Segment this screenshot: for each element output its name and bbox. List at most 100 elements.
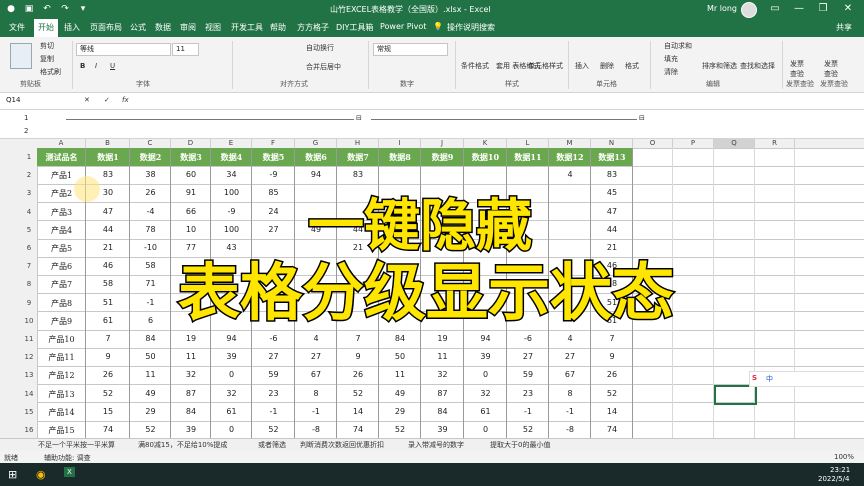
data-cell[interactable]: 85 bbox=[252, 188, 295, 197]
autosum-button[interactable]: 自动求和 bbox=[664, 41, 692, 51]
row-header-12[interactable]: 12 bbox=[22, 353, 36, 361]
tab-review[interactable]: 审阅 bbox=[180, 22, 196, 33]
column-header-f[interactable]: F bbox=[252, 139, 295, 148]
ime-mode-label[interactable]: 中 bbox=[766, 374, 773, 384]
row-header-8[interactable]: 8 bbox=[22, 280, 36, 288]
row-header-6[interactable]: 6 bbox=[22, 244, 36, 252]
wrap-text-button[interactable]: 自动换行 bbox=[306, 43, 334, 53]
data-cell[interactable]: -10 bbox=[130, 243, 171, 252]
data-cell[interactable]: 0 bbox=[211, 425, 252, 434]
row-header-13[interactable]: 13 bbox=[22, 371, 36, 379]
column-header-r[interactable]: R bbox=[755, 139, 795, 148]
tab-insert[interactable]: 插入 bbox=[64, 22, 80, 33]
underline-button[interactable]: U bbox=[110, 62, 115, 70]
table-header-cell[interactable]: 数据11 bbox=[507, 152, 549, 163]
tab-data[interactable]: 数据 bbox=[155, 22, 171, 33]
data-cell[interactable]: 52 bbox=[507, 425, 549, 434]
column-header-j[interactable]: J bbox=[421, 139, 464, 148]
data-cell[interactable]: 10 bbox=[171, 225, 211, 234]
name-box[interactable]: Q14 bbox=[3, 95, 58, 106]
invoice-check-button-1[interactable]: 发票 查验 bbox=[790, 59, 804, 79]
tab-view[interactable]: 视图 bbox=[205, 22, 221, 33]
chrome-icon[interactable]: ◉ bbox=[36, 468, 46, 481]
data-cell[interactable]: 11 bbox=[379, 370, 421, 379]
data-cell[interactable]: 39 bbox=[464, 352, 507, 361]
cut-button[interactable]: 剪切 bbox=[40, 41, 54, 51]
data-cell[interactable]: 27 bbox=[252, 352, 295, 361]
data-cell[interactable]: 39 bbox=[171, 425, 211, 434]
conditional-format-button[interactable]: 条件格式 bbox=[461, 61, 489, 71]
data-cell[interactable]: 44 bbox=[86, 225, 130, 234]
row-header-1[interactable]: 1 bbox=[22, 153, 36, 161]
row-header-9[interactable]: 9 bbox=[22, 299, 36, 307]
tab-power-pivot[interactable]: Power Pivot bbox=[380, 22, 426, 31]
row-header-5[interactable]: 5 bbox=[22, 226, 36, 234]
sheet-tab[interactable]: 判断消费次数返回优惠折扣 bbox=[300, 440, 384, 450]
data-cell[interactable]: 58 bbox=[86, 279, 130, 288]
data-cell[interactable]: 52 bbox=[252, 425, 295, 434]
ribbon-display-icon[interactable]: ▭ bbox=[768, 2, 782, 16]
column-header-k[interactable]: K bbox=[464, 139, 507, 148]
data-cell[interactable]: 47 bbox=[591, 207, 633, 216]
data-cell[interactable]: 11 bbox=[171, 352, 211, 361]
table-header-cell[interactable]: 数据1 bbox=[86, 152, 130, 163]
data-cell[interactable]: 60 bbox=[171, 170, 211, 179]
data-cell[interactable]: 21 bbox=[86, 243, 130, 252]
data-cell[interactable]: 59 bbox=[252, 370, 295, 379]
data-cell[interactable]: 32 bbox=[421, 370, 464, 379]
product-name-cell[interactable]: 产品10 bbox=[37, 334, 86, 345]
row-header-14[interactable]: 14 bbox=[22, 390, 36, 398]
data-cell[interactable]: 52 bbox=[591, 389, 633, 398]
outline-collapse-2[interactable]: ⊟ bbox=[639, 114, 645, 122]
data-cell[interactable]: 23 bbox=[252, 389, 295, 398]
row-header-16[interactable]: 16 bbox=[22, 426, 36, 434]
product-name-cell[interactable]: 产品12 bbox=[37, 370, 86, 381]
data-cell[interactable]: 100 bbox=[211, 225, 252, 234]
autosave-icon[interactable]: ● bbox=[6, 4, 16, 14]
data-cell[interactable]: 32 bbox=[211, 389, 252, 398]
data-cell[interactable]: 78 bbox=[130, 225, 171, 234]
paste-icon[interactable] bbox=[10, 43, 32, 69]
tab-file[interactable]: 文件 bbox=[9, 22, 25, 33]
data-cell[interactable]: 61 bbox=[86, 316, 130, 325]
table-header-cell[interactable]: 数据7 bbox=[337, 152, 379, 163]
data-cell[interactable]: 74 bbox=[591, 425, 633, 434]
data-cell[interactable]: 66 bbox=[171, 207, 211, 216]
column-header-p[interactable]: P bbox=[673, 139, 714, 148]
data-cell[interactable]: 9 bbox=[591, 352, 633, 361]
tab-diy[interactable]: DIY工具箱 bbox=[336, 22, 373, 33]
data-cell[interactable]: -4 bbox=[130, 207, 171, 216]
table-header-cell[interactable]: 测试品名 bbox=[37, 152, 86, 163]
data-cell[interactable]: 24 bbox=[252, 207, 295, 216]
fill-button[interactable]: 填充 bbox=[664, 54, 678, 64]
data-cell[interactable]: -8 bbox=[549, 425, 591, 434]
sheet-tab[interactable]: 录入带减号的数字 bbox=[408, 440, 464, 450]
data-cell[interactable]: 0 bbox=[464, 425, 507, 434]
data-cell[interactable]: 23 bbox=[507, 389, 549, 398]
data-cell[interactable]: 67 bbox=[549, 370, 591, 379]
table-header-cell[interactable]: 数据13 bbox=[591, 152, 633, 163]
data-cell[interactable]: 87 bbox=[171, 389, 211, 398]
data-cell[interactable]: 19 bbox=[421, 334, 464, 343]
data-cell[interactable]: 61 bbox=[464, 407, 507, 416]
data-cell[interactable]: 9 bbox=[337, 352, 379, 361]
insert-cells-button[interactable]: 插入 bbox=[575, 61, 589, 71]
data-cell[interactable]: 84 bbox=[421, 407, 464, 416]
product-name-cell[interactable]: 产品2 bbox=[37, 188, 86, 199]
data-cell[interactable]: 14 bbox=[591, 407, 633, 416]
outline-level-1[interactable]: 1 bbox=[24, 114, 28, 122]
product-name-cell[interactable]: 产品5 bbox=[37, 243, 86, 254]
data-cell[interactable]: 46 bbox=[86, 261, 130, 270]
merge-center-button[interactable]: 合并后居中 bbox=[306, 62, 341, 72]
data-cell[interactable]: 49 bbox=[379, 389, 421, 398]
data-cell[interactable]: 8 bbox=[549, 389, 591, 398]
data-cell[interactable]: 29 bbox=[130, 407, 171, 416]
data-cell[interactable]: 91 bbox=[171, 188, 211, 197]
data-cell[interactable]: 94 bbox=[211, 334, 252, 343]
data-cell[interactable]: -8 bbox=[295, 425, 337, 434]
data-cell[interactable]: 61 bbox=[211, 407, 252, 416]
row-header-2[interactable]: 2 bbox=[22, 171, 36, 179]
font-name-box[interactable]: 等线 bbox=[76, 43, 171, 56]
insert-function-icon[interactable]: fx bbox=[122, 96, 129, 104]
save-icon[interactable]: ▣ bbox=[24, 4, 34, 14]
